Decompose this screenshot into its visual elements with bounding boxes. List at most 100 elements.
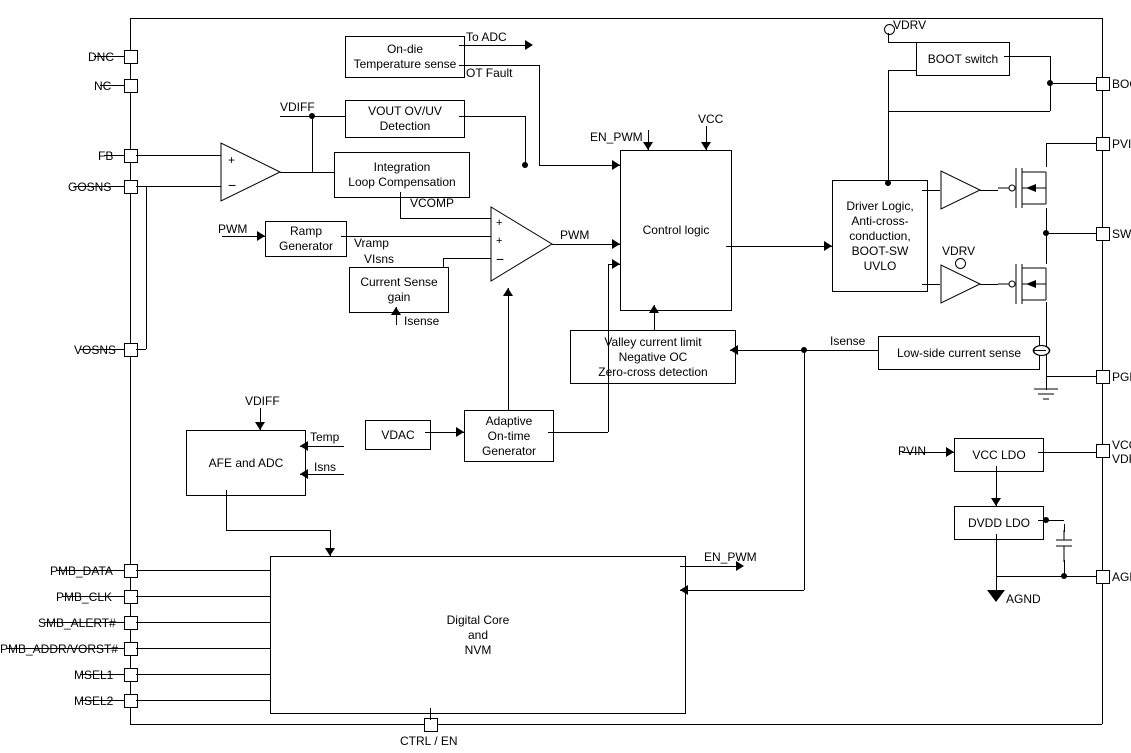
signal-en-pwm2: EN_PWM — [704, 550, 757, 564]
svg-text:+: + — [496, 235, 502, 247]
pin-ctrl-en — [424, 718, 438, 732]
arrow-icon — [680, 585, 688, 595]
vdrv2-node-icon — [955, 258, 966, 269]
block-diagram-canvas: DNC NC FB GOSNS VOSNS PMB_DATA PMB_CLK S… — [0, 0, 1131, 753]
pin-label: DNC — [88, 50, 114, 64]
pin-vcc-vdrv — [1096, 444, 1110, 458]
arrow-icon — [701, 142, 711, 150]
capacitor-icon — [1054, 530, 1074, 562]
arrow-icon — [643, 142, 653, 150]
pin-label: AGND — [1112, 570, 1131, 584]
signal-vdiff2: VDIFF — [245, 394, 280, 408]
arrow-icon — [255, 422, 265, 430]
vdrv-node-icon — [884, 24, 895, 35]
pin-label: PMB_CLK — [56, 590, 112, 604]
arrow-icon — [946, 447, 954, 457]
arrow-icon — [612, 239, 620, 249]
signal-temp: Temp — [310, 430, 339, 444]
pin-label: GOSNS — [68, 180, 111, 194]
block-driver: Driver Logic,Anti-cross-conduction,BOOT-… — [832, 180, 928, 292]
signal-vdiff: VDIFF — [280, 100, 315, 114]
block-low-side-cs: Low-side current sense — [878, 336, 1040, 370]
pin-pmb-data — [124, 564, 138, 578]
pwm-comp-icon: + + − — [490, 206, 560, 282]
arrow-icon — [525, 40, 533, 50]
pin-pgnd — [1096, 370, 1110, 384]
svg-text:−: − — [228, 177, 236, 193]
arrow-icon — [300, 441, 308, 451]
pin-msel1 — [124, 668, 138, 682]
pin-fb — [124, 149, 138, 163]
block-control: Control logic — [620, 150, 732, 311]
signal-agnd: AGND — [1006, 592, 1041, 606]
pin-label: FB — [98, 149, 113, 163]
pin-dnc — [124, 50, 138, 64]
pin-label: SMB_ALERT# — [38, 616, 116, 630]
arrow-icon — [257, 231, 265, 241]
arrow-icon — [991, 498, 1001, 506]
pin-label: BOOT — [1112, 77, 1131, 91]
block-digital-core: Digital CoreandNVM — [270, 556, 686, 714]
signal-vdrv2: VDRV — [942, 244, 975, 258]
arrow-icon — [456, 427, 464, 437]
signal-isense: Isense — [404, 314, 439, 328]
block-dvdd-ldo: DVDD LDO — [954, 506, 1044, 540]
block-ov-uv: VOUT OV/UVDetection — [345, 100, 465, 138]
arrow-icon — [300, 469, 308, 479]
pin-gosns — [124, 180, 138, 194]
pin-label: PMB_ADDR/VORST# — [0, 642, 118, 656]
svg-text:−: − — [496, 251, 504, 267]
block-boot-switch: BOOT switch — [916, 42, 1010, 76]
arrow-icon — [824, 241, 832, 251]
pin-label: PGND — [1112, 370, 1131, 384]
signal-vdrv: VDRV — [893, 18, 926, 32]
pin-label: VOSNS — [74, 343, 116, 357]
block-valley: Valley current limitNegative OCZero-cros… — [570, 330, 736, 384]
pin-msel2 — [124, 694, 138, 708]
signal-pwm-in: PWM — [218, 222, 247, 236]
svg-text:+: + — [496, 217, 502, 229]
signal-vcc: VCC — [698, 112, 723, 126]
signal-pwm: PWM — [560, 228, 589, 242]
arrow-icon — [730, 345, 738, 355]
signal-to-adc: To ADC — [466, 30, 507, 44]
block-temp-sense: On-dieTemperature sense — [345, 36, 465, 78]
mosfet-high-icon — [998, 160, 1058, 216]
pin-vosns — [124, 343, 138, 357]
signal-pvin: PVIN — [898, 444, 926, 458]
block-adaptive: AdaptiveOn-timeGenerator — [464, 410, 554, 462]
pin-sw — [1096, 227, 1110, 241]
arrow-icon — [649, 305, 659, 313]
pin-label: CTRL / EN — [400, 734, 458, 748]
pin-label: SW — [1112, 227, 1131, 241]
buffer-high-icon — [940, 170, 984, 210]
svg-text:+: + — [228, 153, 235, 167]
signal-isns: Isns — [314, 460, 336, 474]
pin-boot — [1096, 77, 1110, 91]
block-vcc-ldo: VCC LDO — [954, 438, 1044, 472]
agnd-symbol-icon — [987, 590, 1005, 602]
block-int-loop: IntegrationLoop Compensation — [334, 152, 470, 198]
pin-label: MSEL2 — [74, 694, 113, 708]
signal-en-pwm: EN_PWM — [590, 130, 643, 144]
buffer-low-icon — [940, 264, 984, 304]
block-afe-adc: AFE and ADC — [186, 430, 306, 496]
ground-icon — [1034, 388, 1058, 404]
pin-nc — [124, 79, 138, 93]
signal-visns: VIsns — [364, 252, 394, 266]
arrow-icon — [503, 288, 513, 296]
signal-ot-fault: OT Fault — [466, 66, 512, 80]
pin-pmb-clk — [124, 590, 138, 604]
pin-pvin — [1096, 137, 1110, 151]
pin-agnd — [1096, 570, 1110, 584]
block-ramp: RampGenerator — [265, 221, 347, 257]
pin-label: PVIN — [1112, 137, 1131, 151]
signal-vramp: Vramp — [354, 236, 389, 250]
arrow-icon — [391, 307, 401, 315]
pin-label: NC — [94, 79, 111, 93]
signal-isense2: Isense — [830, 334, 865, 348]
arrow-icon — [612, 259, 620, 269]
arrow-icon — [325, 548, 335, 556]
pin-label: MSEL1 — [74, 668, 113, 682]
pin-smb-alert — [124, 616, 138, 630]
